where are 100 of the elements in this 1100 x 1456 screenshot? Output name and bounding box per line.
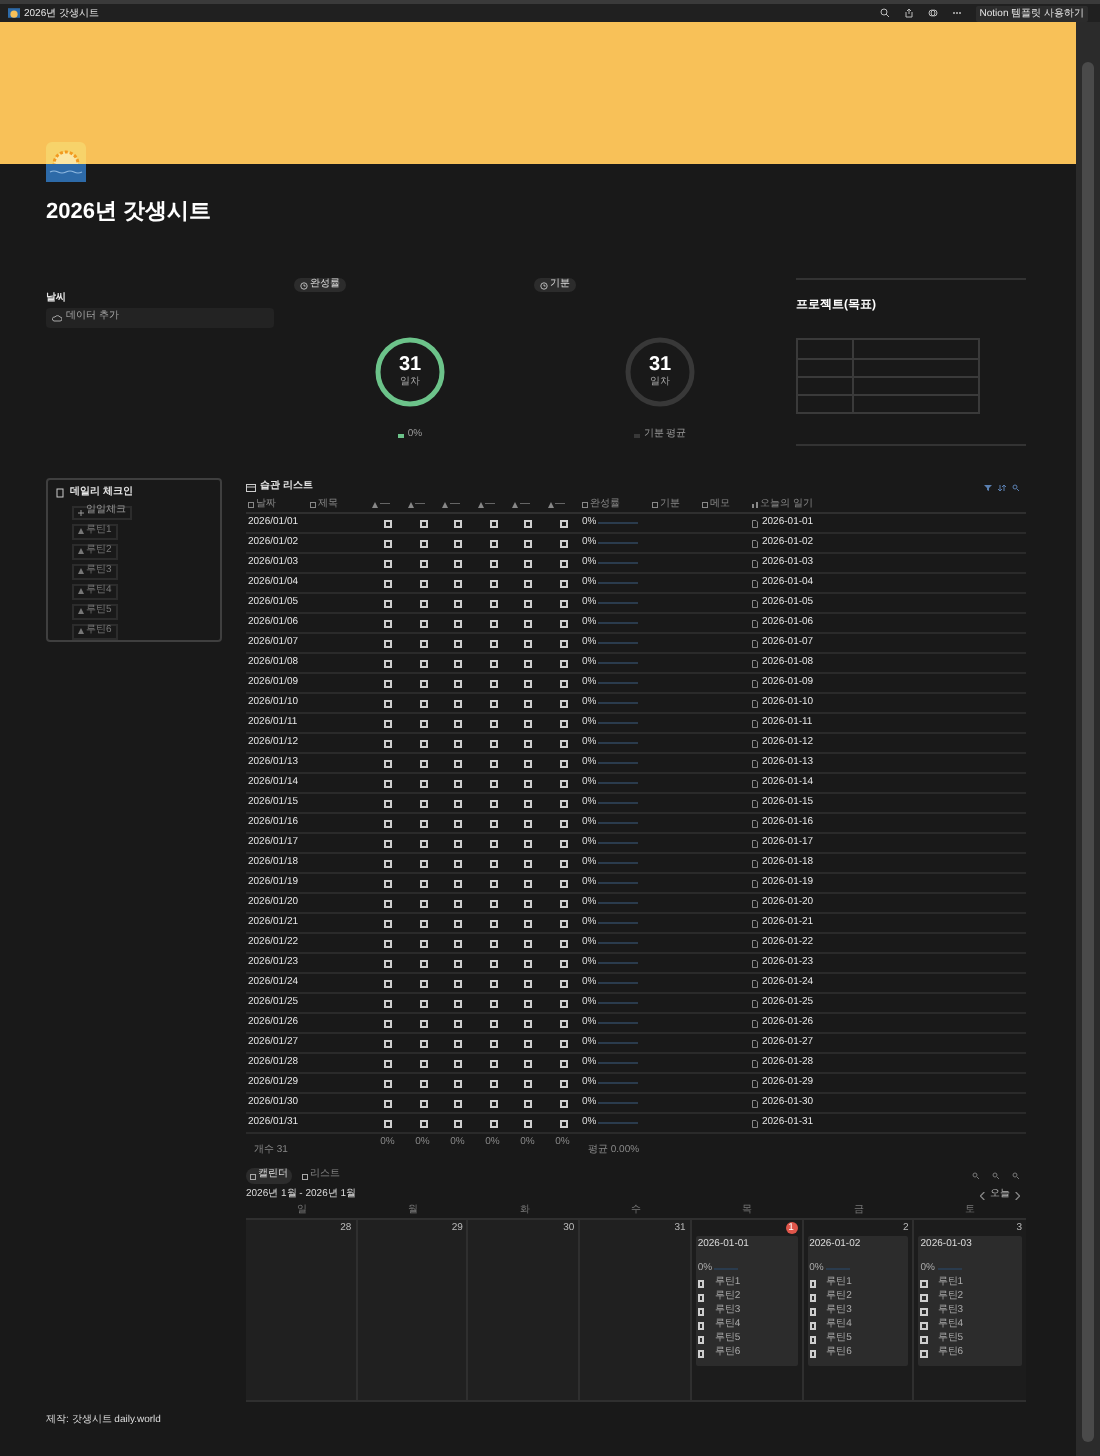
checkbox[interactable]: [384, 679, 393, 687]
checkbox[interactable]: [454, 539, 463, 547]
checkbox[interactable]: [489, 1059, 498, 1067]
checkbox[interactable]: [524, 519, 533, 527]
checkbox[interactable]: [454, 1079, 463, 1087]
checkbox[interactable]: [489, 799, 498, 807]
checkbox[interactable]: [454, 939, 463, 947]
checkbox[interactable]: [920, 1308, 928, 1316]
checkbox[interactable]: [384, 559, 393, 567]
checkbox[interactable]: [419, 1099, 428, 1107]
checkbox[interactable]: [524, 559, 533, 567]
checkbox[interactable]: [559, 779, 568, 787]
checkbox[interactable]: [454, 819, 463, 827]
checkbox[interactable]: [419, 999, 428, 1007]
checkbox[interactable]: [419, 739, 428, 747]
checkbox[interactable]: [697, 1294, 705, 1302]
checkbox[interactable]: [419, 919, 428, 927]
checkbox[interactable]: [489, 579, 498, 587]
checkbox[interactable]: [419, 799, 428, 807]
checkbox[interactable]: [489, 779, 498, 787]
checkbox[interactable]: [384, 619, 393, 627]
checkbox[interactable]: [920, 1294, 928, 1302]
checkbox[interactable]: [524, 1119, 533, 1127]
checkbox[interactable]: [524, 999, 533, 1007]
checkbox[interactable]: [697, 1280, 705, 1288]
checkbox[interactable]: [524, 639, 533, 647]
checkbox[interactable]: [489, 959, 498, 967]
checkbox[interactable]: [419, 819, 428, 827]
checkbox[interactable]: [489, 599, 498, 607]
chevron-left-icon[interactable]: [980, 1191, 986, 1199]
checkbox[interactable]: [559, 819, 568, 827]
checkbox[interactable]: [454, 1119, 463, 1127]
checkbox[interactable]: [559, 939, 568, 947]
checkbox[interactable]: [524, 579, 533, 587]
checkbox[interactable]: [419, 619, 428, 627]
checkbox[interactable]: [454, 699, 463, 707]
checkbox[interactable]: [384, 1079, 393, 1087]
checkbox[interactable]: [524, 1079, 533, 1087]
checkbox[interactable]: [489, 859, 498, 867]
checkbox[interactable]: [559, 659, 568, 667]
checkbox[interactable]: [454, 859, 463, 867]
checkbox[interactable]: [489, 1119, 498, 1127]
checkbox[interactable]: [559, 699, 568, 707]
checkbox[interactable]: [489, 719, 498, 727]
checkbox[interactable]: [489, 919, 498, 927]
checkbox[interactable]: [524, 799, 533, 807]
checkbox[interactable]: [489, 619, 498, 627]
checkbox[interactable]: [559, 579, 568, 587]
checkbox[interactable]: [419, 699, 428, 707]
checkbox[interactable]: [454, 779, 463, 787]
checkbox[interactable]: [524, 939, 533, 947]
checkbox[interactable]: [524, 599, 533, 607]
checkbox[interactable]: [384, 799, 393, 807]
checkbox[interactable]: [419, 1119, 428, 1127]
checkbox[interactable]: [697, 1350, 705, 1358]
checkbox[interactable]: [559, 839, 568, 847]
checkbox[interactable]: [419, 859, 428, 867]
search-icon[interactable]: [879, 8, 890, 18]
checkbox[interactable]: [384, 859, 393, 867]
checkbox[interactable]: [559, 959, 568, 967]
checkbox[interactable]: [384, 899, 393, 907]
checkbox[interactable]: [559, 919, 568, 927]
checkbox[interactable]: [384, 719, 393, 727]
checkbox[interactable]: [384, 919, 393, 927]
checkbox[interactable]: [454, 1099, 463, 1107]
checkbox[interactable]: [384, 759, 393, 767]
search-icon[interactable]: [1012, 483, 1020, 491]
checkbox[interactable]: [524, 1059, 533, 1067]
checkbox[interactable]: [524, 619, 533, 627]
checkbox[interactable]: [419, 899, 428, 907]
checkbox[interactable]: [384, 959, 393, 967]
checkbox[interactable]: [524, 679, 533, 687]
checkbox[interactable]: [454, 739, 463, 747]
checkbox[interactable]: [384, 599, 393, 607]
checkbox[interactable]: [559, 1119, 568, 1127]
checkbox[interactable]: [454, 1019, 463, 1027]
checkbox[interactable]: [559, 879, 568, 887]
checkbox[interactable]: [489, 699, 498, 707]
checkbox[interactable]: [454, 719, 463, 727]
checkbox[interactable]: [384, 739, 393, 747]
checkbox[interactable]: [809, 1322, 817, 1330]
checkbox[interactable]: [384, 579, 393, 587]
checkbox[interactable]: [809, 1336, 817, 1344]
checkbox[interactable]: [454, 899, 463, 907]
checkbox[interactable]: [454, 839, 463, 847]
checkbox[interactable]: [454, 679, 463, 687]
checkbox[interactable]: [454, 1039, 463, 1047]
checkbox[interactable]: [524, 1019, 533, 1027]
checkbox[interactable]: [419, 599, 428, 607]
checkbox[interactable]: [454, 659, 463, 667]
checkbox[interactable]: [384, 779, 393, 787]
checkbox[interactable]: [419, 639, 428, 647]
checkbox[interactable]: [559, 739, 568, 747]
checkbox[interactable]: [559, 979, 568, 987]
checkbox[interactable]: [454, 599, 463, 607]
checkbox[interactable]: [920, 1280, 928, 1288]
checkbox[interactable]: [454, 919, 463, 927]
checkbox[interactable]: [559, 539, 568, 547]
checkbox[interactable]: [419, 1059, 428, 1067]
checkbox[interactable]: [454, 979, 463, 987]
